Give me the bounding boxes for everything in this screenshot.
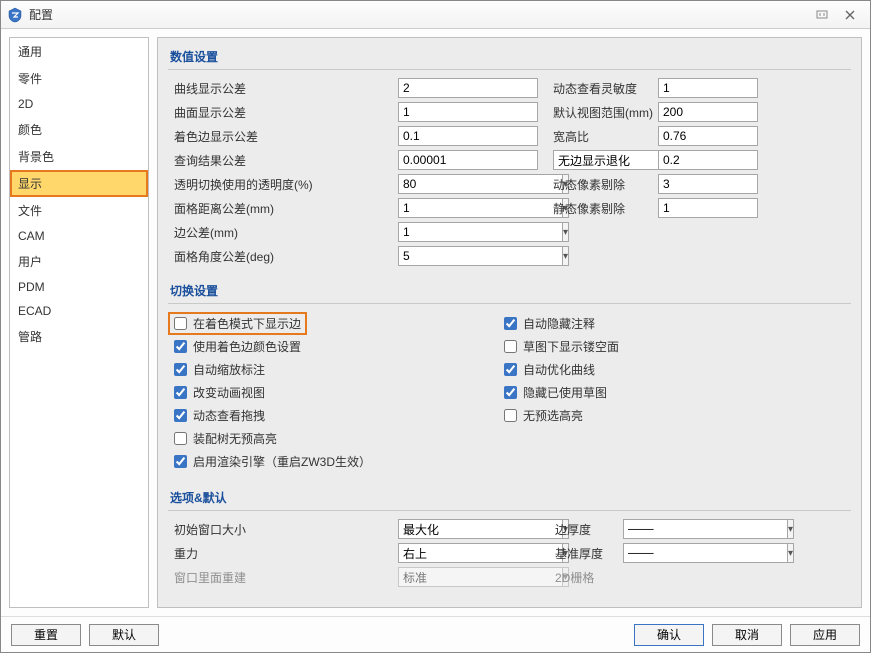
chk-use-shade-edge-color[interactable]: 使用着色边颜色设置 <box>174 335 494 358</box>
config-dialog: 配置 通用 零件 2D 颜色 背景色 显示 文件 CAM 用户 PDM ECAD… <box>0 0 871 653</box>
sidebar-item-2d[interactable]: 2D <box>10 92 148 116</box>
label-edge-tol: 边公差(mm) <box>168 224 398 241</box>
label-dyn-sensitivity: 动态查看灵敏度 <box>543 80 658 97</box>
label-gravity: 重力 <box>168 545 398 562</box>
sidebar-item-pdm[interactable]: PDM <box>10 275 148 299</box>
input-dyn-sensitivity[interactable] <box>658 78 758 98</box>
ok-button[interactable]: 确认 <box>634 624 704 646</box>
input-view-range[interactable] <box>658 102 758 122</box>
dialog-body: 通用 零件 2D 颜色 背景色 显示 文件 CAM 用户 PDM ECAD 管路… <box>1 29 870 616</box>
sidebar-item-color[interactable]: 颜色 <box>10 116 148 143</box>
label-rebuild: 窗口里面重建 <box>168 569 398 586</box>
numeric-section-title: 数值设置 <box>168 44 851 70</box>
chk-hide-used-sketch[interactable]: 隐藏已使用草图 <box>504 381 845 404</box>
row-gravity: 重力 基准厚度 <box>168 541 851 565</box>
sidebar-item-part[interactable]: 零件 <box>10 65 148 92</box>
input-shade-edge-tol[interactable] <box>398 126 538 146</box>
sidebar-item-user[interactable]: 用户 <box>10 248 148 275</box>
label-grid-dist: 面格距离公差(mm) <box>168 200 398 217</box>
apply-button[interactable]: 应用 <box>790 624 860 646</box>
label-dyn-cull: 动态像素剔除 <box>543 176 658 193</box>
chk-sketch-show-hollow[interactable]: 草图下显示镂空面 <box>504 335 845 358</box>
label-shade-edge-tol: 着色边显示公差 <box>168 128 398 145</box>
chk-no-presel-highlight[interactable]: 无预选高亮 <box>504 404 845 427</box>
chk-asm-tree-no-prehighlight[interactable]: 装配树无预高亮 <box>174 427 494 450</box>
select-gravity[interactable] <box>398 543 562 563</box>
label-surface-tol: 曲面显示公差 <box>168 104 398 121</box>
row-window-size: 初始窗口大小 边厚度 <box>168 517 851 541</box>
input-query-tol[interactable] <box>398 150 538 170</box>
options-section-title: 选项&默认 <box>168 485 851 511</box>
reset-button[interactable]: 重置 <box>11 624 81 646</box>
row-rebuild: 窗口里面重建 2D栅格 <box>168 565 851 589</box>
window-title: 配置 <box>29 6 808 23</box>
input-static-cull[interactable] <box>658 198 758 218</box>
row-curve-tol: 曲线显示公差 动态查看灵敏度 <box>168 76 851 100</box>
label-transparency: 透明切换使用的透明度(%) <box>168 176 398 193</box>
dialog-footer: 重置 默认 确认 取消 应用 <box>1 616 870 652</box>
row-grid-dist: 面格距离公差(mm) 静态像素剔除 <box>168 196 851 220</box>
chevron-down-icon[interactable] <box>562 246 569 266</box>
select-window-size[interactable] <box>398 519 562 539</box>
chevron-down-icon[interactable] <box>562 222 569 242</box>
chk-enable-render-engine[interactable]: 启用渲染引擎（重启ZW3D生效） <box>174 450 494 473</box>
cancel-button[interactable]: 取消 <box>712 624 782 646</box>
label-grid-angle: 面格角度公差(deg) <box>168 248 398 265</box>
chk-auto-scale-annot[interactable]: 自动缩放标注 <box>174 358 494 381</box>
sidebar-item-file[interactable]: 文件 <box>10 197 148 224</box>
sidebar-item-general[interactable]: 通用 <box>10 38 148 65</box>
close-icon[interactable] <box>836 7 864 23</box>
row-grid-angle: 面格角度公差(deg) <box>168 244 851 268</box>
chevron-down-icon[interactable] <box>787 543 794 563</box>
category-sidebar: 通用 零件 2D 颜色 背景色 显示 文件 CAM 用户 PDM ECAD 管路 <box>9 37 149 608</box>
chevron-down-icon[interactable] <box>787 519 794 539</box>
settings-panel: 数值设置 曲线显示公差 动态查看灵敏度 曲面显示公差 默认视图范围(mm) 着色… <box>157 37 862 608</box>
sidebar-item-ecad[interactable]: ECAD <box>10 299 148 323</box>
input-aspect-ratio[interactable] <box>658 126 758 146</box>
chk-auto-optimize-curve[interactable]: 自动优化曲线 <box>504 358 845 381</box>
row-shade-edge-tol: 着色边显示公差 宽高比 <box>168 124 851 148</box>
input-surface-tol[interactable] <box>398 102 538 122</box>
titlebar: 配置 <box>1 1 870 29</box>
input-transparency[interactable] <box>398 174 562 194</box>
chk-dyn-view-drag[interactable]: 动态查看拖拽 <box>174 404 494 427</box>
default-button[interactable]: 默认 <box>89 624 159 646</box>
input-grid-dist[interactable] <box>398 198 562 218</box>
select-edge-thickness[interactable] <box>623 519 787 539</box>
sidebar-item-bgcolor[interactable]: 背景色 <box>10 143 148 170</box>
input-edge-tol[interactable] <box>398 222 562 242</box>
input-curve-tol[interactable] <box>398 78 538 98</box>
label-curve-tol: 曲线显示公差 <box>168 80 398 97</box>
row-edge-tol: 边公差(mm) <box>168 220 851 244</box>
label-static-cull: 静态像素剔除 <box>543 200 658 217</box>
row-query-tol: 查询结果公差 <box>168 148 851 172</box>
chk-change-anim-view[interactable]: 改变动画视图 <box>174 381 494 404</box>
label-edge-thickness: 边厚度 <box>543 521 623 538</box>
label-view-range: 默认视图范围(mm) <box>543 104 658 121</box>
label-query-tol: 查询结果公差 <box>168 152 398 169</box>
select-rebuild[interactable] <box>398 567 562 587</box>
sidebar-item-pipe[interactable]: 管路 <box>10 323 148 350</box>
label-2d-grid: 2D栅格 <box>543 569 623 586</box>
input-no-edge-degen[interactable] <box>658 150 758 170</box>
label-aspect-ratio: 宽高比 <box>543 128 658 145</box>
help-icon[interactable] <box>808 7 836 23</box>
input-grid-angle[interactable] <box>398 246 562 266</box>
input-dyn-cull[interactable] <box>658 174 758 194</box>
row-transparency: 透明切换使用的透明度(%) 动态像素剔除 <box>168 172 851 196</box>
label-window-size: 初始窗口大小 <box>168 521 398 538</box>
select-datum-thickness[interactable] <box>623 543 787 563</box>
sidebar-item-cam[interactable]: CAM <box>10 224 148 248</box>
sidebar-item-display[interactable]: 显示 <box>10 170 148 197</box>
toggle-section: 切换设置 在着色模式下显示边 使用着色边颜色设置 自动缩放标注 改变动画视图 动… <box>158 272 861 479</box>
chk-show-edges-shaded[interactable]: 在着色模式下显示边 <box>168 312 307 335</box>
numeric-section: 数值设置 曲线显示公差 动态查看灵敏度 曲面显示公差 默认视图范围(mm) 着色… <box>158 38 861 272</box>
toggle-section-title: 切换设置 <box>168 278 851 304</box>
options-section: 选项&默认 初始窗口大小 边厚度 重力 基准厚度 窗口里面重建 2D栅格 <box>158 479 861 593</box>
row-surface-tol: 曲面显示公差 默认视图范围(mm) <box>168 100 851 124</box>
chk-auto-hide-annot[interactable]: 自动隐藏注释 <box>504 312 845 335</box>
label-datum-thickness: 基准厚度 <box>543 545 623 562</box>
app-icon <box>7 7 23 23</box>
